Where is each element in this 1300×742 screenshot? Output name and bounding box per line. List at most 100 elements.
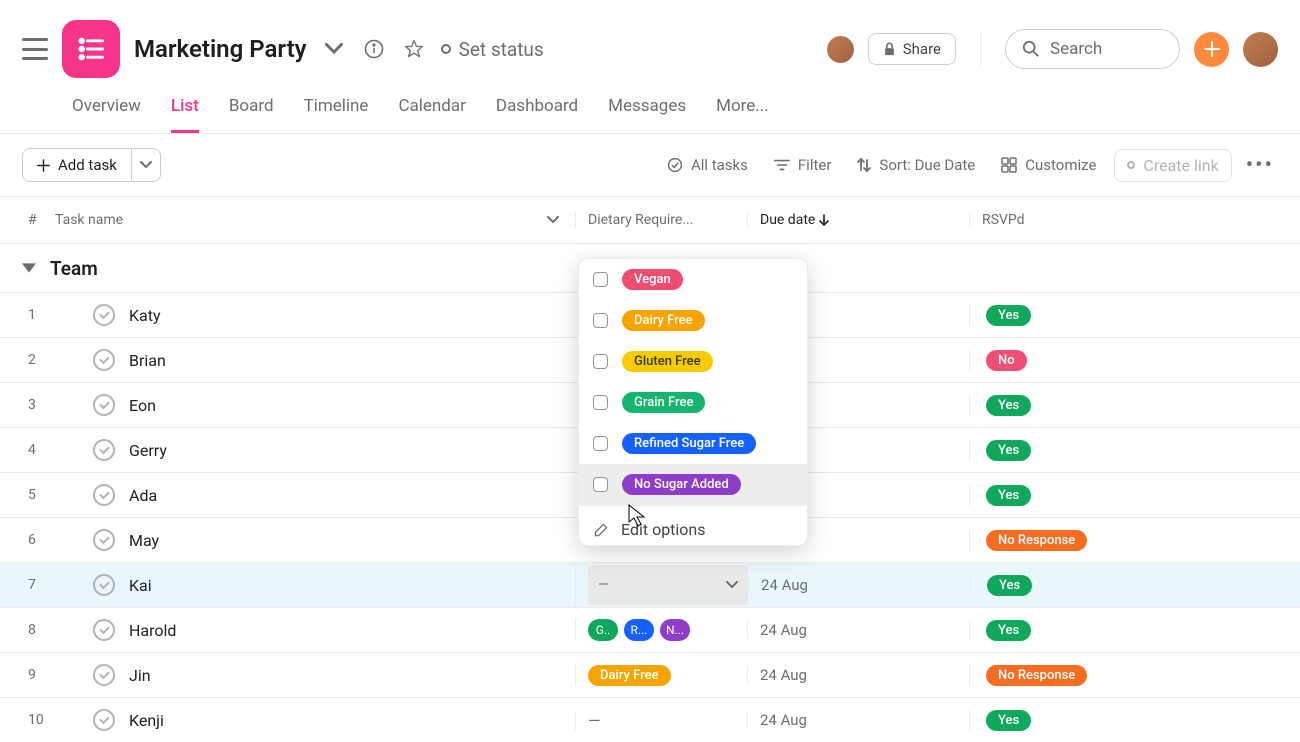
menu-icon[interactable] <box>22 38 48 60</box>
rsvp-cell[interactable]: Yes <box>969 440 1300 461</box>
task-name[interactable]: Harold <box>129 621 176 640</box>
section-title[interactable]: Team <box>50 257 98 280</box>
dropdown-icon[interactable] <box>321 36 347 62</box>
more-options-button[interactable]: ••• <box>1242 153 1278 178</box>
column-due-date-header[interactable]: Due date <box>747 212 969 228</box>
complete-task-checkbox[interactable] <box>93 619 115 641</box>
tab-timeline[interactable]: Timeline <box>304 96 369 133</box>
dietary-options-popover[interactable]: Vegan Dairy FreeGluten Free Grain Free Refi… <box>578 258 808 546</box>
dietary-cell[interactable]: — <box>575 711 747 730</box>
task-name[interactable]: Jin <box>129 666 151 685</box>
section-toggle-icon[interactable] <box>22 263 36 273</box>
mouse-cursor-icon <box>628 504 648 528</box>
rsvp-cell[interactable]: No Response <box>969 530 1300 551</box>
option-checkbox[interactable] <box>593 436 608 451</box>
complete-task-checkbox[interactable] <box>93 349 115 371</box>
complete-task-checkbox[interactable] <box>93 529 115 551</box>
dietary-option-label: Vegan <box>622 269 683 290</box>
dietary-cell[interactable]: — <box>575 565 748 605</box>
task-name[interactable]: Kai <box>129 576 152 595</box>
table-row[interactable]: 9JinDairy Free24 AugNo Response <box>0 652 1300 697</box>
info-icon[interactable] <box>361 36 387 62</box>
table-row[interactable]: 8HaroldG..R...N...24 AugYes <box>0 607 1300 652</box>
tab-list[interactable]: List <box>171 96 199 133</box>
rsvp-badge: Yes <box>986 440 1031 461</box>
option-checkbox[interactable] <box>593 313 608 328</box>
rsvp-cell[interactable]: Yes <box>969 305 1300 326</box>
tab-messages[interactable]: Messages <box>608 96 686 133</box>
sort-button[interactable]: Sort: Due Date <box>849 150 983 180</box>
column-task-name-header[interactable]: Task name <box>55 212 123 228</box>
dietary-option[interactable]: Grain Free <box>579 382 807 423</box>
share-button[interactable]: Share <box>868 33 956 65</box>
dietary-option[interactable]: Gluten Free <box>579 341 807 382</box>
rsvp-cell[interactable]: Yes <box>969 620 1300 641</box>
table-row[interactable]: 10Kenji—24 AugYes <box>0 697 1300 742</box>
tab-more[interactable]: More... <box>716 96 769 133</box>
task-name[interactable]: Ada <box>129 486 157 505</box>
filter-button[interactable]: Filter <box>766 150 840 180</box>
table-row[interactable]: 7Kai—24 AugYes <box>0 562 1300 607</box>
task-name[interactable]: Kenji <box>129 711 164 730</box>
dietary-option-label: No Sugar Added <box>622 474 741 495</box>
tab-board[interactable]: Board <box>229 96 274 133</box>
dietary-option-label: Grain Free <box>622 392 705 413</box>
dietary-cell[interactable]: G..R...N... <box>575 619 747 641</box>
rsvp-badge: Yes <box>986 395 1031 416</box>
column-number-header: # <box>0 212 55 228</box>
task-name[interactable]: Gerry <box>129 441 167 460</box>
dietary-option[interactable]: Refined Sugar Free <box>579 423 807 464</box>
complete-task-checkbox[interactable] <box>93 664 115 686</box>
all-tasks-button[interactable]: All tasks <box>659 150 756 180</box>
rsvp-cell[interactable]: No <box>969 350 1300 371</box>
complete-task-checkbox[interactable] <box>93 439 115 461</box>
set-status-button[interactable]: Set status <box>441 38 544 61</box>
rsvp-badge: No <box>986 350 1027 371</box>
rsvp-cell[interactable]: Yes <box>969 485 1300 506</box>
add-task-dropdown[interactable] <box>132 148 161 182</box>
rsvp-cell[interactable]: Yes <box>970 575 1300 596</box>
due-date-cell[interactable]: 24 Aug <box>748 576 970 594</box>
user-avatar[interactable] <box>1243 32 1278 67</box>
rsvp-cell[interactable]: No Response <box>969 665 1300 686</box>
dietary-option[interactable]: Vegan <box>579 259 807 300</box>
option-checkbox[interactable] <box>593 477 608 492</box>
rsvp-badge: Yes <box>986 710 1031 731</box>
complete-task-checkbox[interactable] <box>93 484 115 506</box>
dietary-select[interactable]: — <box>588 565 748 605</box>
task-name[interactable]: Brian <box>129 351 166 370</box>
create-link-button[interactable]: Create link <box>1114 149 1231 182</box>
arrow-down-icon <box>819 214 829 226</box>
tab-overview[interactable]: Overview <box>72 96 141 133</box>
create-button[interactable] <box>1194 32 1229 67</box>
customize-button[interactable]: Customize <box>993 150 1104 180</box>
option-checkbox[interactable] <box>593 395 608 410</box>
due-date-cell[interactable]: 24 Aug <box>747 711 969 729</box>
add-task-button[interactable]: Add task <box>22 148 132 182</box>
option-checkbox[interactable] <box>593 272 608 287</box>
dietary-option[interactable]: No Sugar Added <box>579 464 807 505</box>
complete-task-checkbox[interactable] <box>93 304 115 326</box>
tab-calendar[interactable]: Calendar <box>398 96 465 133</box>
due-date-cell[interactable]: 24 Aug <box>747 666 969 684</box>
rsvp-badge: Yes <box>986 620 1031 641</box>
edit-options-button[interactable]: Edit options <box>579 506 807 545</box>
star-icon[interactable] <box>401 36 427 62</box>
complete-task-checkbox[interactable] <box>93 574 115 596</box>
task-name[interactable]: Eon <box>129 396 156 415</box>
search-input[interactable]: Search <box>1005 29 1180 69</box>
option-checkbox[interactable] <box>593 354 608 369</box>
complete-task-checkbox[interactable] <box>93 394 115 416</box>
dietary-cell[interactable]: Dairy Free <box>575 665 747 686</box>
task-name[interactable]: May <box>129 531 159 550</box>
rsvp-cell[interactable]: Yes <box>969 710 1300 731</box>
dietary-option[interactable]: Dairy Free <box>579 300 807 341</box>
task-name[interactable]: Katy <box>129 306 161 325</box>
column-dietary-header[interactable]: Dietary Require... <box>575 212 747 228</box>
tab-dashboard[interactable]: Dashboard <box>496 96 578 133</box>
rsvp-cell[interactable]: Yes <box>969 395 1300 416</box>
column-rsvp-header[interactable]: RSVPd <box>969 212 1300 228</box>
member-avatar[interactable] <box>827 36 854 63</box>
due-date-cell[interactable]: 24 Aug <box>747 621 969 639</box>
chevron-down-icon[interactable] <box>547 216 559 224</box>
